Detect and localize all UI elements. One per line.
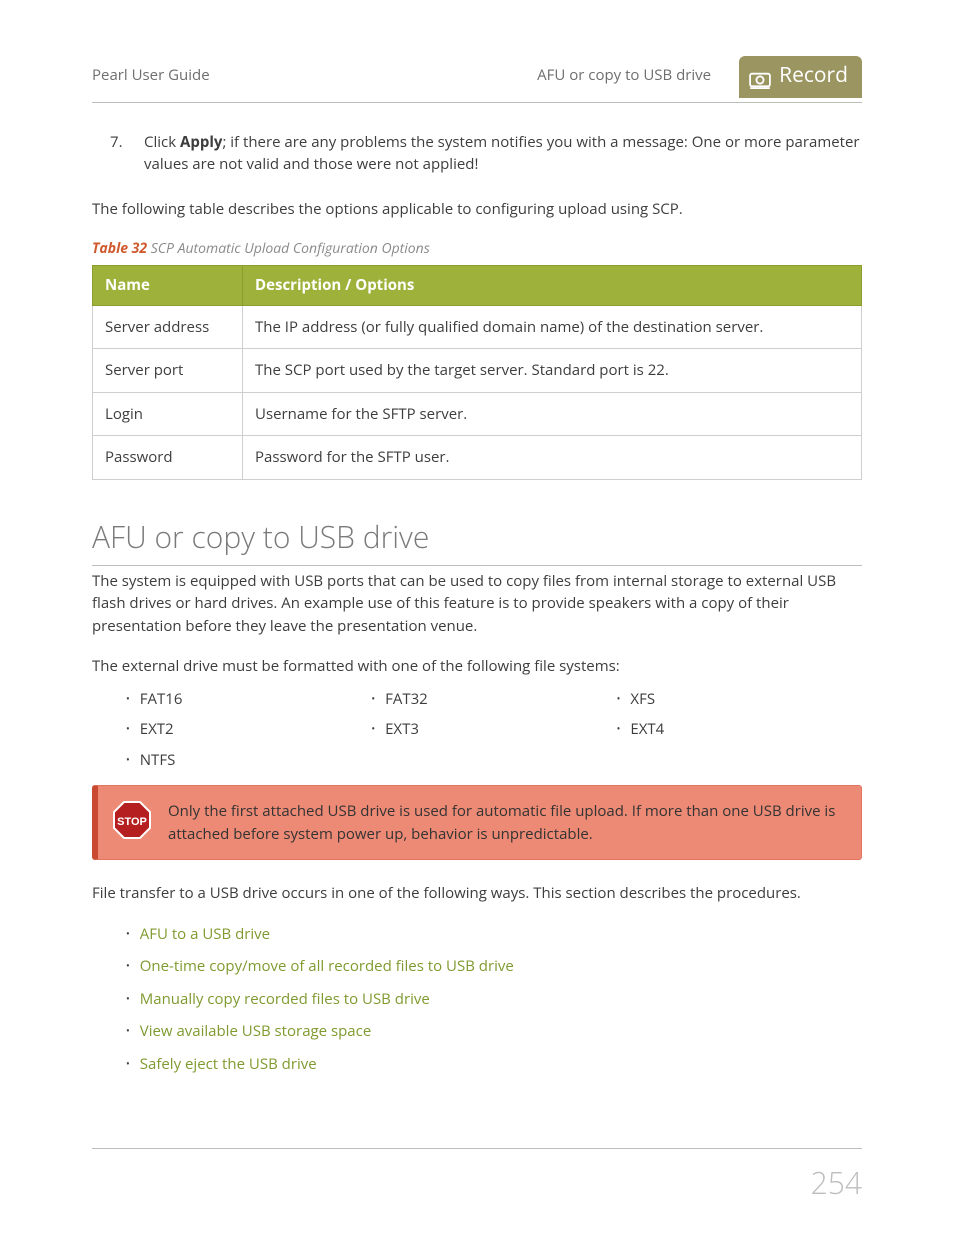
filesystem-list: FAT16 FAT32 XFS EXT2 EXT3 EXT4 NTFS [126,688,862,772]
table-row: Password Password for the SFTP user. [93,436,862,480]
table-cell: Username for the SFTP server. [243,392,862,436]
record-badge-label: Record [779,60,848,92]
table-cell: Password [93,436,243,480]
table-caption-title: SCP Automatic Upload Configuration Optio… [147,239,430,258]
list-item: Manually copy recorded files to USB driv… [126,988,862,1011]
table-caption-number: Table 32 [92,239,147,258]
transfer-ways-paragraph: File transfer to a USB drive occurs in o… [92,882,862,905]
list-item: AFU to a USB drive [126,923,862,946]
link-manual-copy[interactable]: Manually copy recorded files to USB driv… [140,989,430,1009]
table-cell: The SCP port used by the target server. … [243,349,862,393]
list-item: One-time copy/move of all recorded files… [126,955,862,978]
list-item: EXT2 [126,718,371,741]
table-cell: Server address [93,305,243,349]
table-cell: The IP address (or fully qualified domai… [243,305,862,349]
page-number: 254 [811,1160,862,1205]
link-afu-usb[interactable]: AFU to a USB drive [140,924,270,944]
list-item: FAT16 [126,688,371,711]
step-number: 7. [110,131,123,154]
camera-record-icon [749,67,771,85]
page-header: Pearl User Guide AFU or copy to USB driv… [92,54,862,103]
table-cell: Password for the SFTP user. [243,436,862,480]
link-safely-eject[interactable]: Safely eject the USB drive [140,1054,317,1074]
footer-divider [92,1148,862,1149]
header-left-title: Pearl User Guide [92,64,537,87]
step-7: 7. Click Apply; if there are any problem… [92,131,862,176]
stop-icon: STOP [112,800,152,840]
list-item: EXT3 [371,718,616,741]
list-item: View available USB storage space [126,1020,862,1043]
stop-callout: STOP Only the first attached USB drive i… [92,785,862,860]
list-item: FAT32 [371,688,616,711]
list-item: NTFS [126,749,371,772]
stop-text: Only the first attached USB drive is use… [168,800,843,845]
list-item: XFS [617,688,862,711]
table-row: Server address The IP address (or fully … [93,305,862,349]
header-section-title: AFU or copy to USB drive [537,64,711,87]
step-text-before: Click [144,132,180,152]
svg-text:STOP: STOP [117,816,147,828]
fs-intro-paragraph: The external drive must be formatted wit… [92,655,862,678]
table-caption: Table 32 SCP Automatic Upload Configurat… [92,238,862,259]
table-header-name: Name [93,266,243,306]
table-row: Server port The SCP port used by the tar… [93,349,862,393]
table-cell: Server port [93,349,243,393]
intro-table-paragraph: The following table describes the option… [92,198,862,221]
section-heading: AFU or copy to USB drive [92,514,862,566]
list-item: EXT4 [617,718,862,741]
table-header-desc: Description / Options [243,266,862,306]
usb-description-paragraph: The system is equipped with USB ports th… [92,570,862,638]
table-row: Login Username for the SFTP server. [93,392,862,436]
list-item: Safely eject the USB drive [126,1053,862,1076]
scp-options-table: Name Description / Options Server addres… [92,265,862,480]
procedure-links-list: AFU to a USB drive One-time copy/move of… [126,923,862,1076]
step-text-bold: Apply [180,132,222,152]
link-onetime-copy[interactable]: One-time copy/move of all recorded files… [140,956,514,976]
link-view-space[interactable]: View available USB storage space [140,1021,372,1041]
record-badge: Record [739,56,862,98]
step-text-after: ; if there are any problems the system n… [144,132,860,175]
table-cell: Login [93,392,243,436]
